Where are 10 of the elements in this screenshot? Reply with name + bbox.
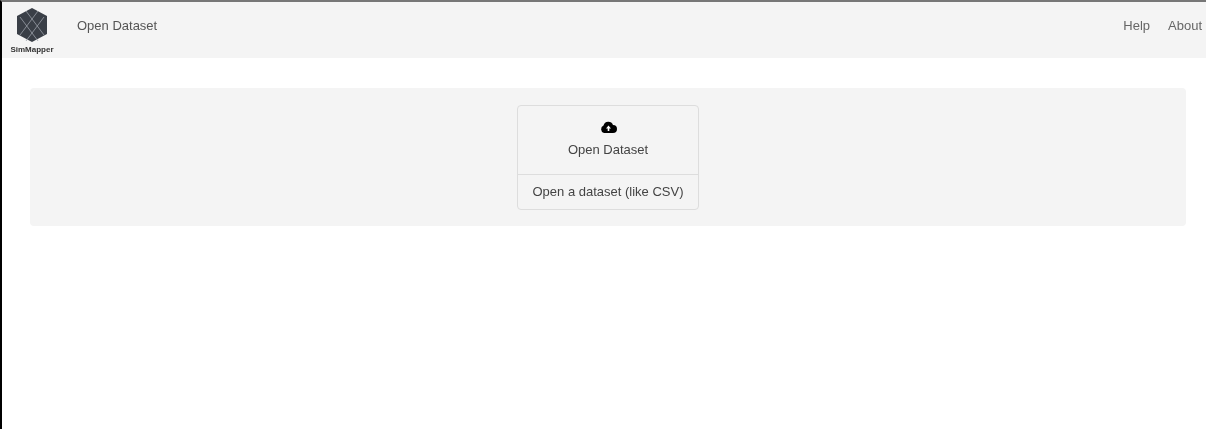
card-description: Open a dataset (like CSV) [532, 183, 684, 202]
logo[interactable]: SimMapper [6, 6, 58, 54]
cloud-upload-icon [599, 120, 617, 134]
card-title: Open Dataset [567, 140, 649, 159]
nav-title[interactable]: Open Dataset [77, 16, 158, 36]
logo-text: SimMapper [10, 45, 54, 54]
nav-link[interactable]: Help [1123, 16, 1150, 36]
open-dataset-card[interactable]: Open Dataset Open a dataset (like CSV) [517, 105, 699, 210]
nav-link[interactable]: About [1168, 16, 1202, 36]
hexagon-logo-icon [16, 6, 48, 43]
